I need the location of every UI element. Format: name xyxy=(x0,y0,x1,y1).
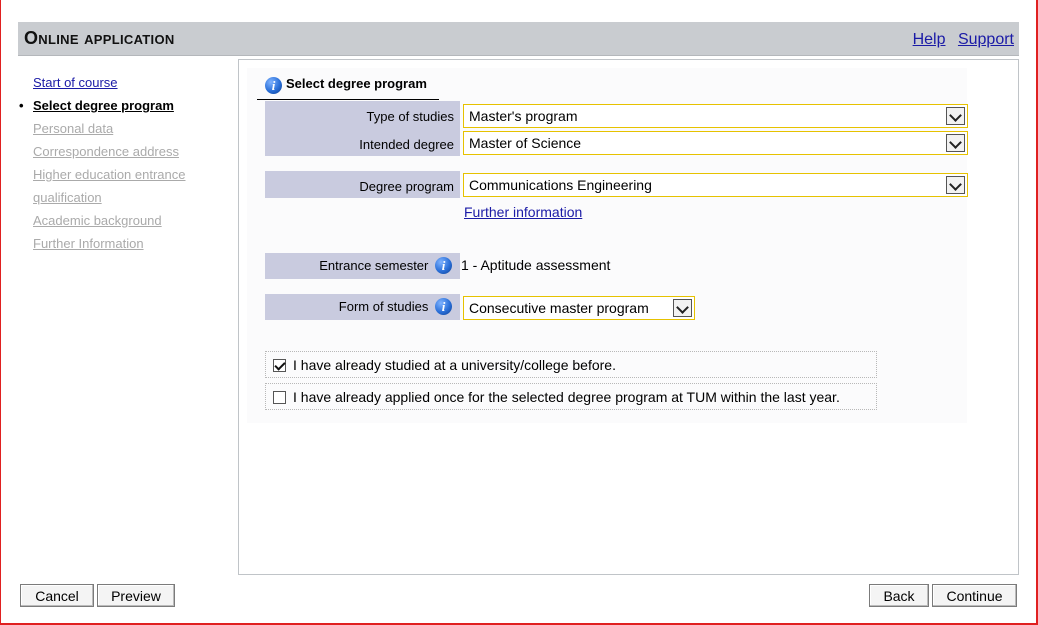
sidebar-item-qualification: qualification xyxy=(33,190,102,205)
sidebar-item-start-of-course[interactable]: Start of course xyxy=(18,71,228,94)
checkbox-row-studied-before[interactable]: I have already studied at a university/c… xyxy=(265,351,877,378)
applied-before-label: I have already applied once for the sele… xyxy=(293,389,840,405)
form-of-studies-select[interactable]: Consecutive master program xyxy=(463,296,695,320)
back-button[interactable]: Back xyxy=(869,584,929,607)
entrance-semester-label-wrap: Entrance semester i xyxy=(319,257,452,275)
type-of-studies-value: Master's program xyxy=(469,108,578,124)
page-title: Online application xyxy=(24,28,175,48)
sidebar-item-correspondence-address: Correspondence address xyxy=(33,144,179,159)
degree-program-select[interactable]: Communications Engineering xyxy=(463,173,968,197)
sidebar-steps: Start of course Select degree program Pe… xyxy=(18,71,228,255)
window-border-left xyxy=(0,0,1,625)
sidebar-item-academic-background: Academic background xyxy=(33,213,162,228)
app-header: Online application Help Support xyxy=(18,22,1019,56)
support-link[interactable]: Support xyxy=(958,31,1014,48)
chevron-down-icon[interactable] xyxy=(673,299,692,317)
info-icon[interactable]: i xyxy=(435,257,452,275)
section-title: Select degree program xyxy=(286,76,427,91)
label-block-entrance-semester: Entrance semester i xyxy=(265,253,460,279)
applied-before-checkbox[interactable] xyxy=(273,391,286,404)
sidebar-item-higher-education-entrance: Higher education entrance xyxy=(33,167,186,182)
checkbox-row-applied-before[interactable]: I have already applied once for the sele… xyxy=(265,383,877,410)
chevron-down-icon[interactable] xyxy=(946,176,965,194)
section-tab: i Select degree program xyxy=(257,72,439,100)
type-of-studies-label: Type of studies xyxy=(366,109,454,124)
intended-degree-value: Master of Science xyxy=(469,135,582,151)
form-of-studies-value: Consecutive master program xyxy=(469,300,649,316)
degree-program-value: Communications Engineering xyxy=(469,177,652,193)
entrance-semester-label: Entrance semester xyxy=(319,258,429,273)
sidebar-item-personal-data: Personal data xyxy=(33,121,114,136)
continue-button[interactable]: Continue xyxy=(932,584,1017,607)
entrance-semester-value: 1 - Aptitude assessment xyxy=(461,257,611,273)
further-information-link[interactable]: Further information xyxy=(464,204,582,220)
degree-program-label: Degree program xyxy=(359,179,454,194)
help-link[interactable]: Help xyxy=(913,31,946,48)
cancel-button[interactable]: Cancel xyxy=(20,584,94,607)
form-of-studies-label-wrap: Form of studies i xyxy=(338,298,452,316)
chevron-down-icon[interactable] xyxy=(946,107,965,125)
form-of-studies-label: Form of studies xyxy=(338,299,429,314)
sidebar-item-further-information: Further Information xyxy=(33,236,144,251)
studied-before-checkbox[interactable] xyxy=(273,359,286,372)
form-panel: i Select degree program Type of studies … xyxy=(247,68,968,423)
label-block-form-of-studies: Form of studies i xyxy=(265,294,460,320)
studied-before-label: I have already studied at a university/c… xyxy=(293,357,616,373)
preview-button[interactable]: Preview xyxy=(97,584,175,607)
info-icon: i xyxy=(265,77,282,94)
sidebar-item-select-degree-program: Select degree program xyxy=(18,94,228,117)
chevron-down-icon[interactable] xyxy=(946,134,965,152)
label-block-studies: Type of studies Intended degree xyxy=(265,101,460,156)
info-icon[interactable]: i xyxy=(435,298,452,316)
header-links: Help Support xyxy=(905,31,1014,49)
type-of-studies-select[interactable]: Master's program xyxy=(463,104,968,128)
main-content: i Select degree program Type of studies … xyxy=(238,59,1019,575)
intended-degree-label: Intended degree xyxy=(359,137,454,152)
intended-degree-select[interactable]: Master of Science xyxy=(463,131,968,155)
label-block-degree-program: Degree program xyxy=(265,171,460,198)
